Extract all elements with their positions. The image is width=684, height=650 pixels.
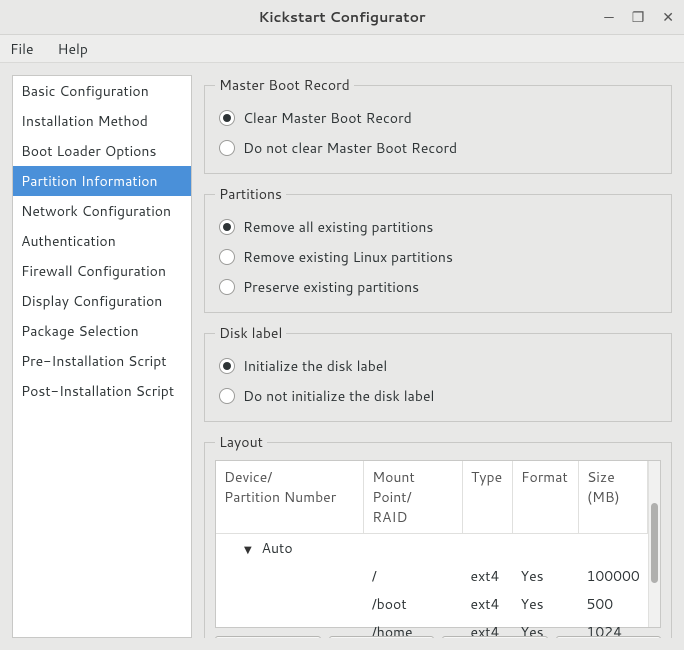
radio-clear-mbr[interactable]: Clear Master Boot Record [215,103,661,133]
menu-bar: File Help [0,35,684,63]
sidebar-item-basic-configuration[interactable]: Basic Configuration [13,76,191,106]
radio-icon [219,388,235,404]
radio-label: Remove all existing partitions [243,217,433,237]
group-legend-partitions: Partitions [215,184,286,204]
radio-remove-linux-partitions[interactable]: Remove existing Linux partitions [215,242,661,272]
group-legend-layout: Layout [215,432,267,452]
tree-root-label: Auto [262,538,293,558]
window-title: Kickstart Configurator [259,7,426,27]
layout-table[interactable]: Device/ Partition Number Mount Point/ RA… [215,460,661,628]
cell-format: Yes [513,618,579,638]
group-disk-label: Disk label Initialize the disk label Do … [204,323,672,422]
col-type[interactable]: Type [463,461,513,534]
radio-label: Clear Master Boot Record [243,108,412,128]
sidebar[interactable]: Basic Configuration Installation Method … [12,75,192,638]
window-controls: — ❐ ✕ [604,7,674,27]
sidebar-item-post-installation-script[interactable]: Post-Installation Script [13,376,191,406]
vertical-scrollbar[interactable] [648,461,660,627]
tree-root-row[interactable]: ▼ Auto [216,534,648,563]
radio-do-not-clear-mbr[interactable]: Do not clear Master Boot Record [215,133,661,163]
sidebar-item-boot-loader-options[interactable]: Boot Loader Options [13,136,191,166]
cell-size: 1024 [578,618,647,638]
group-layout: Layout Device/ Partition Number Mount Po… [204,432,672,638]
group-legend-disk-label: Disk label [215,323,286,343]
edit-button[interactable]: Edit [329,636,435,638]
radio-icon [219,358,235,374]
sidebar-item-pre-installation-script[interactable]: Pre-Installation Script [13,346,191,376]
add-button[interactable]: Add [215,636,321,638]
radio-icon [219,110,235,126]
cell-size: 100000 [578,562,647,590]
layout-button-bar: Add Edit Delete RAID [215,636,661,638]
table-row[interactable]: /home ext4 Yes 1024 [216,618,648,638]
cell-format: Yes [513,562,579,590]
col-size[interactable]: Size (MB) [578,461,647,534]
cell-mount: / [364,562,463,590]
table-row[interactable]: /boot ext4 Yes 500 [216,590,648,618]
cell-type: ext4 [463,618,513,638]
sidebar-item-authentication[interactable]: Authentication [13,226,191,256]
cell-mount: /boot [364,590,463,618]
radio-initialize-disk-label[interactable]: Initialize the disk label [215,351,661,381]
radio-label: Do not clear Master Boot Record [243,138,457,158]
scrollbar-thumb[interactable] [651,503,658,583]
col-format[interactable]: Format [513,461,579,534]
sidebar-item-firewall-configuration[interactable]: Firewall Configuration [13,256,191,286]
cell-size: 500 [578,590,647,618]
close-icon[interactable]: ✕ [662,7,674,27]
radio-icon [219,279,235,295]
sidebar-item-partition-information[interactable]: Partition Information [13,166,191,196]
group-partitions: Partitions Remove all existing partition… [204,184,672,313]
cell-type: ext4 [463,590,513,618]
menu-file[interactable]: File [6,37,38,61]
delete-button[interactable]: Delete [442,636,548,638]
cell-mount: /home [364,618,463,638]
radio-label: Initialize the disk label [243,356,387,376]
radio-do-not-initialize-disk-label[interactable]: Do not initialize the disk label [215,381,661,411]
sidebar-item-installation-method[interactable]: Installation Method [13,106,191,136]
content-area: Basic Configuration Installation Method … [0,63,684,650]
cell-format: Yes [513,590,579,618]
radio-remove-all-partitions[interactable]: Remove all existing partitions [215,212,661,242]
minimize-icon[interactable]: — [604,7,613,27]
radio-icon [219,219,235,235]
radio-preserve-partitions[interactable]: Preserve existing partitions [215,272,661,302]
col-mount[interactable]: Mount Point/ RAID [364,461,463,534]
col-device[interactable]: Device/ Partition Number [216,461,364,534]
cell-type: ext4 [463,562,513,590]
chevron-down-icon[interactable]: ▼ [244,543,252,557]
maximize-icon[interactable]: ❐ [632,7,645,27]
group-legend-mbr: Master Boot Record [215,75,354,95]
radio-icon [219,140,235,156]
radio-label: Preserve existing partitions [243,277,419,297]
main-pane: Master Boot Record Clear Master Boot Rec… [204,75,672,638]
table-row[interactable]: / ext4 Yes 100000 [216,562,648,590]
menu-help[interactable]: Help [54,37,92,61]
title-bar: Kickstart Configurator — ❐ ✕ [0,0,684,35]
group-master-boot-record: Master Boot Record Clear Master Boot Rec… [204,75,672,174]
sidebar-item-package-selection[interactable]: Package Selection [13,316,191,346]
sidebar-item-network-configuration[interactable]: Network Configuration [13,196,191,226]
raid-button[interactable]: RAID [556,636,662,638]
radio-label: Remove existing Linux partitions [243,247,453,267]
sidebar-item-display-configuration[interactable]: Display Configuration [13,286,191,316]
radio-icon [219,249,235,265]
radio-label: Do not initialize the disk label [243,386,434,406]
